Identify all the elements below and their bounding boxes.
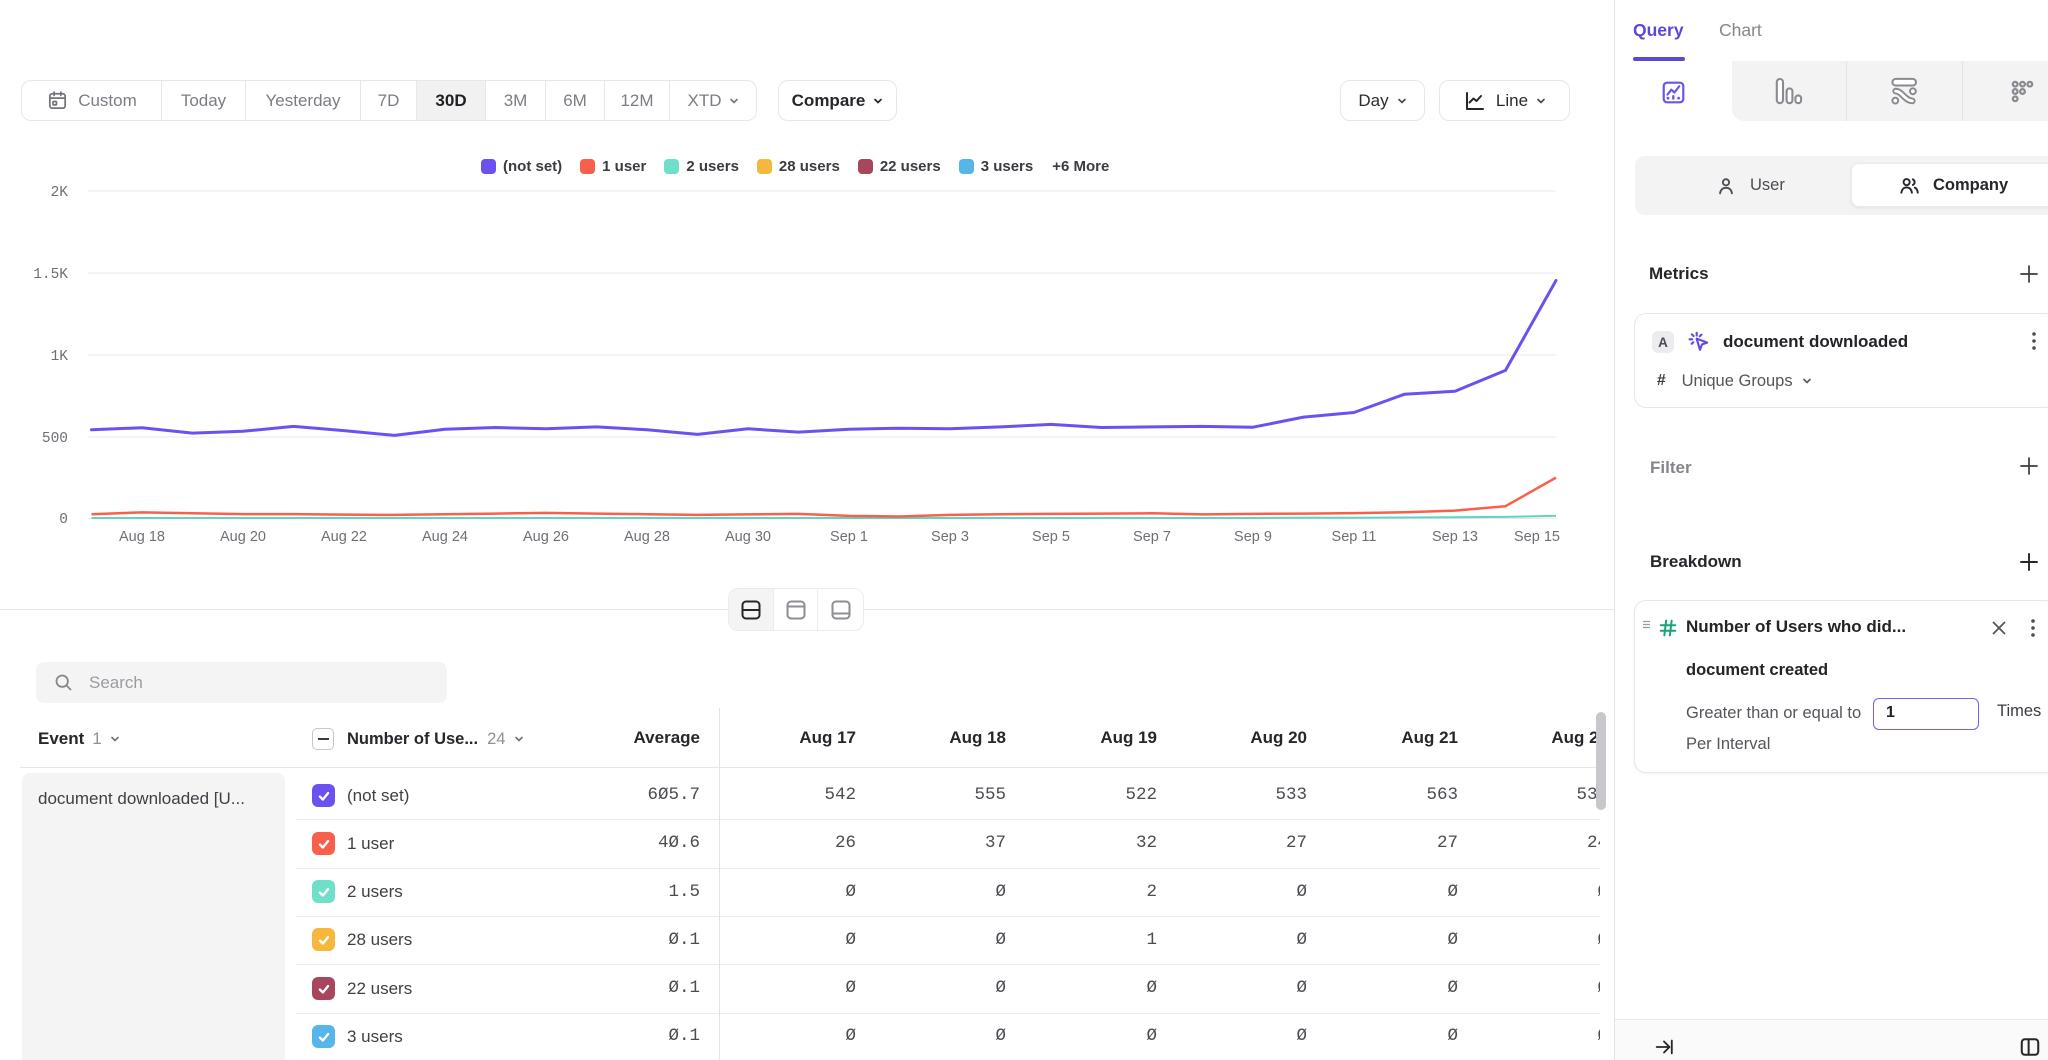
svg-text:Sep 15: Sep 15 xyxy=(1514,529,1560,545)
svg-text:1.5K: 1.5K xyxy=(33,267,68,283)
svg-text:Aug 20: Aug 20 xyxy=(220,529,266,545)
svg-text:2K: 2K xyxy=(51,185,69,201)
svg-text:Aug 24: Aug 24 xyxy=(422,529,468,545)
svg-text:0: 0 xyxy=(59,512,68,528)
svg-text:Sep 9: Sep 9 xyxy=(1234,529,1272,545)
svg-text:1K: 1K xyxy=(51,349,69,365)
svg-text:Aug 22: Aug 22 xyxy=(321,529,367,545)
svg-text:500: 500 xyxy=(42,431,68,447)
svg-text:Aug 28: Aug 28 xyxy=(624,529,670,545)
svg-text:Sep 7: Sep 7 xyxy=(1133,529,1171,545)
svg-text:Sep 13: Sep 13 xyxy=(1432,529,1478,545)
svg-text:Sep 11: Sep 11 xyxy=(1332,529,1377,545)
svg-text:Sep 3: Sep 3 xyxy=(931,529,969,545)
svg-text:Aug 30: Aug 30 xyxy=(725,529,771,545)
svg-text:Sep 1: Sep 1 xyxy=(830,529,868,545)
svg-text:Aug 18: Aug 18 xyxy=(119,529,165,545)
svg-text:Aug 26: Aug 26 xyxy=(523,529,569,545)
svg-text:Sep 5: Sep 5 xyxy=(1032,529,1070,545)
